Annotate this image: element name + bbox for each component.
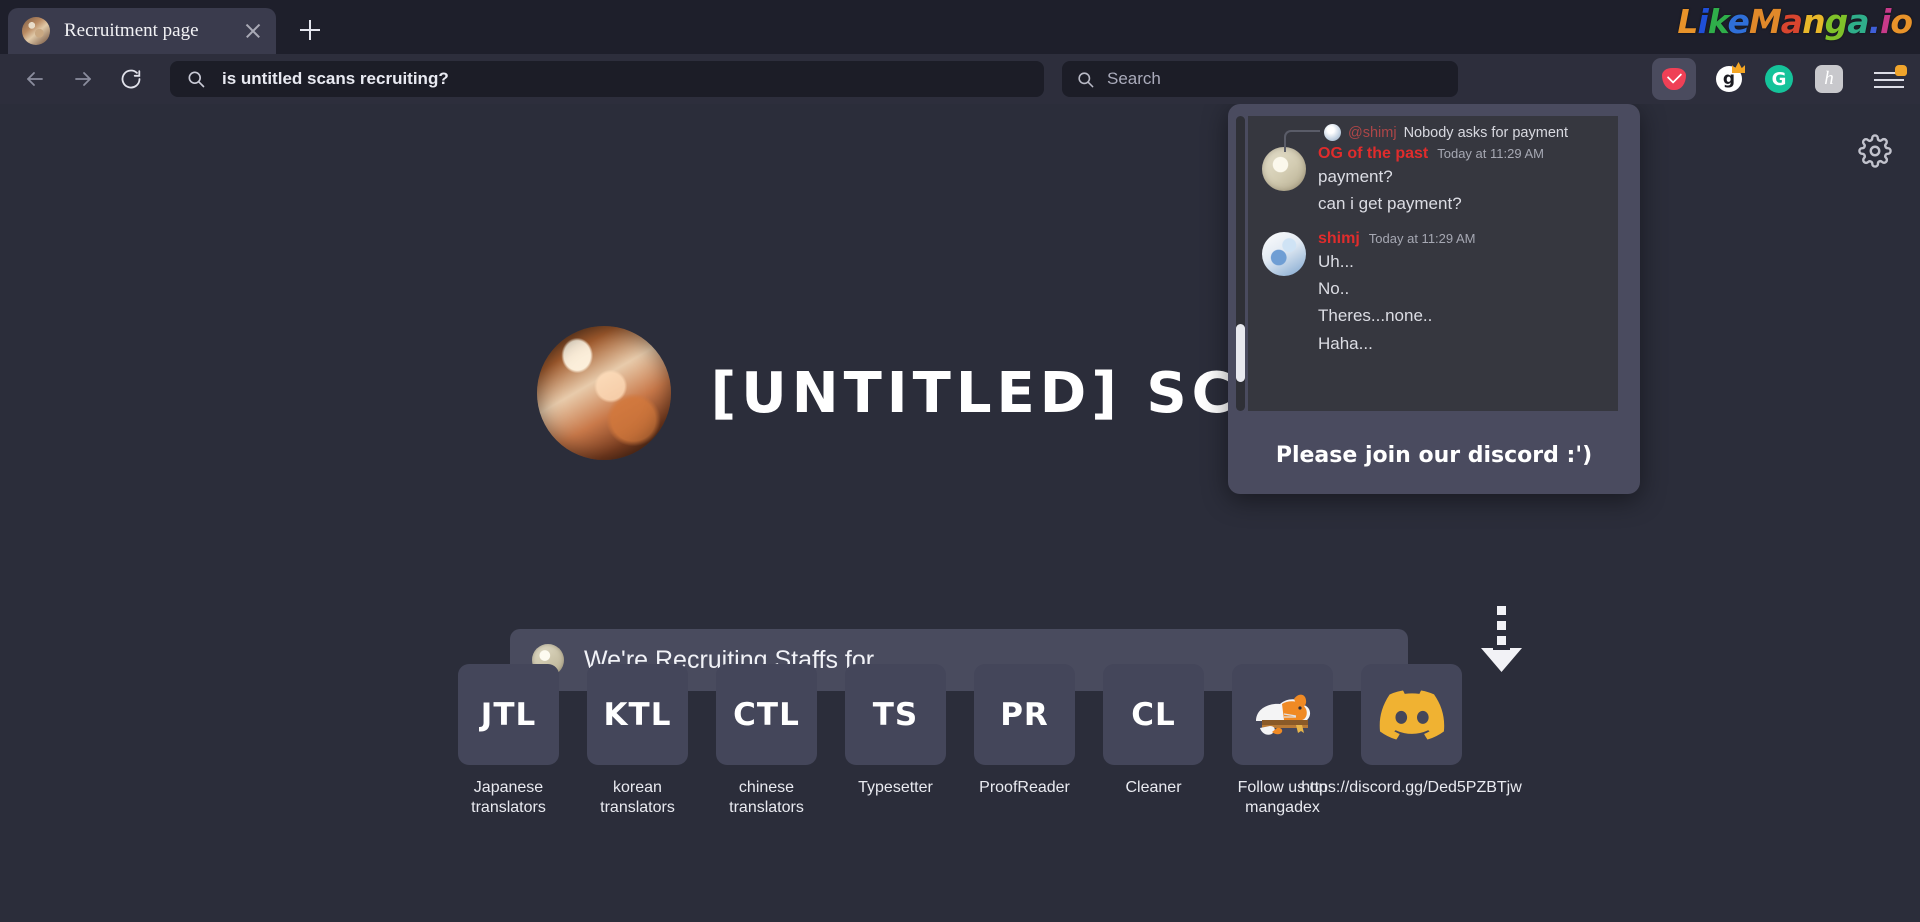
- search-input[interactable]: Search: [1062, 61, 1458, 97]
- search-placeholder: Search: [1107, 69, 1161, 89]
- hamburger-menu-icon[interactable]: [1872, 64, 1906, 94]
- page-content: [UNTITLED] SCANS We're Recruiting Staffs…: [0, 104, 1920, 922]
- role-abbr: PR: [1000, 697, 1049, 733]
- browser-toolbar: is untitled scans recruiting? Search g G…: [0, 54, 1920, 104]
- role-tile[interactable]: JTL: [458, 664, 559, 765]
- browser-window: Recruitment page LikeManga.io is untitle…: [0, 0, 1920, 922]
- forward-arrow-icon[interactable]: [62, 58, 104, 100]
- honeygain-icon[interactable]: g: [1712, 62, 1746, 96]
- discord-preview-popup[interactable]: @shimj Nobody asks for payment OG of the…: [1228, 104, 1640, 494]
- role-abbr: JTL: [481, 697, 536, 733]
- role-card-jtl[interactable]: JTL Japanese translators: [458, 664, 559, 818]
- popup-footer-text: Please join our discord :'): [1276, 443, 1592, 468]
- honey-icon[interactable]: h: [1812, 62, 1846, 96]
- reply-spine-icon: [1284, 130, 1320, 152]
- message-group-shimj: shimj Today at 11:29 AM Uh... No.. There…: [1248, 218, 1618, 357]
- search-icon: [186, 69, 206, 89]
- notification-badge: [1895, 65, 1907, 76]
- tab-recruitment-page[interactable]: Recruitment page: [8, 8, 276, 54]
- search-icon: [1076, 70, 1095, 89]
- roles-row: JTL Japanese translators KTL korean tran…: [0, 664, 1920, 818]
- dragon-avatar-favicon: [22, 17, 50, 45]
- message-username[interactable]: OG of the past: [1318, 145, 1428, 163]
- role-label: Cleaner: [1125, 778, 1181, 798]
- role-tile[interactable]: CTL: [716, 664, 817, 765]
- message-timestamp: Today at 11:29 AM: [1369, 231, 1476, 246]
- close-icon[interactable]: [242, 20, 264, 42]
- message-group-og: OG of the past Today at 11:29 AM payment…: [1248, 141, 1618, 218]
- reply-text: Nobody asks for payment: [1404, 125, 1568, 141]
- crown-icon: [1732, 62, 1745, 73]
- role-label: chinese translators: [716, 778, 817, 818]
- role-tile[interactable]: CL: [1103, 664, 1204, 765]
- role-tile[interactable]: PR: [974, 664, 1075, 765]
- pocket-icon[interactable]: [1652, 58, 1696, 100]
- address-bar-value: is untitled scans recruiting?: [222, 69, 449, 89]
- message-timestamp: Today at 11:29 AM: [1437, 146, 1544, 161]
- shimj-avatar: [1324, 124, 1341, 141]
- reply-username: @shimj: [1348, 125, 1397, 141]
- message-line: can i get payment?: [1318, 191, 1608, 217]
- role-abbr: CL: [1131, 697, 1176, 733]
- message-line: Theres...none..: [1318, 303, 1608, 329]
- message-line: Haha...: [1318, 331, 1608, 357]
- role-abbr: TS: [873, 697, 918, 733]
- role-label: Typesetter: [858, 778, 933, 798]
- likemanga-watermark: LikeManga.io: [1677, 2, 1912, 41]
- tab-title: Recruitment page: [64, 20, 228, 42]
- role-card-pr[interactable]: PR ProofReader: [974, 664, 1075, 798]
- plus-icon[interactable]: [290, 10, 330, 50]
- extensions-zone: g G h: [1652, 58, 1906, 100]
- role-card-ts[interactable]: TS Typesetter: [845, 664, 946, 798]
- role-card-ctl[interactable]: CTL chinese translators: [716, 664, 817, 818]
- shimj-avatar[interactable]: [1262, 232, 1306, 276]
- popup-footer: Please join our discord :'): [1228, 416, 1640, 494]
- discord-logo-icon: [1379, 690, 1445, 740]
- settings-gear-icon[interactable]: [1858, 134, 1892, 168]
- role-abbr: KTL: [604, 697, 672, 733]
- reply-reference[interactable]: @shimj Nobody asks for payment: [1248, 116, 1618, 141]
- dragon-avatar: [537, 326, 671, 460]
- tab-strip: Recruitment page LikeManga.io: [0, 0, 1920, 54]
- role-tile[interactable]: TS: [845, 664, 946, 765]
- role-label: https://discord.gg/Ded5PZBTjw: [1301, 778, 1522, 798]
- chat-message-area: @shimj Nobody asks for payment OG of the…: [1248, 116, 1618, 411]
- role-tile[interactable]: [1361, 664, 1462, 765]
- message-line: No..: [1318, 276, 1608, 302]
- message-line: payment?: [1318, 164, 1608, 190]
- role-tile[interactable]: [1232, 664, 1333, 765]
- role-label: Japanese translators: [458, 778, 559, 818]
- role-label: korean translators: [587, 778, 688, 818]
- role-label: ProofReader: [979, 778, 1070, 798]
- grammarly-icon[interactable]: G: [1762, 62, 1796, 96]
- og-avatar[interactable]: [1262, 147, 1306, 191]
- reload-icon[interactable]: [110, 58, 152, 100]
- role-card-cl[interactable]: CL Cleaner: [1103, 664, 1204, 798]
- role-card-ktl[interactable]: KTL korean translators: [587, 664, 688, 818]
- address-bar[interactable]: is untitled scans recruiting?: [170, 61, 1044, 97]
- message-line: Uh...: [1318, 249, 1608, 275]
- back-arrow-icon[interactable]: [14, 58, 56, 100]
- mangadex-cat-icon: [1248, 687, 1318, 743]
- role-tile[interactable]: KTL: [587, 664, 688, 765]
- role-card-discord[interactable]: https://discord.gg/Ded5PZBTjw: [1361, 664, 1462, 798]
- role-abbr: CTL: [733, 697, 800, 733]
- message-username[interactable]: shimj: [1318, 230, 1360, 248]
- chat-scrollbar[interactable]: [1236, 116, 1245, 411]
